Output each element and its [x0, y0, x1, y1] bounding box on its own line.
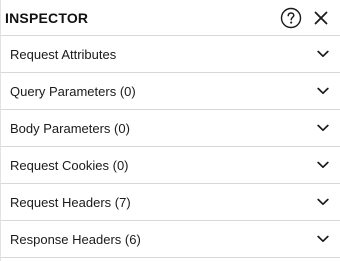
inspector-header: INSPECTOR	[1, 0, 340, 36]
section-label: Response Headers (6)	[10, 231, 141, 247]
help-button[interactable]	[278, 5, 304, 31]
section-request-attributes[interactable]: Request Attributes	[1, 36, 340, 73]
section-label: Request Headers (7)	[10, 194, 131, 210]
chevron-down-icon	[316, 84, 330, 98]
section-label: Request Cookies (0)	[10, 157, 129, 173]
section-query-parameters[interactable]: Query Parameters (0)	[1, 73, 340, 110]
section-label: Request Attributes	[10, 46, 117, 62]
chevron-down-icon	[316, 195, 330, 209]
chevron-down-icon	[316, 47, 330, 61]
close-icon	[314, 11, 328, 24]
chevron-down-icon	[316, 121, 330, 135]
chevron-down-icon	[316, 232, 330, 246]
close-button[interactable]	[308, 5, 334, 31]
inspector-panel: INSPECTOR Request Attributes Query Param…	[0, 0, 340, 261]
panel-title: INSPECTOR	[5, 9, 89, 26]
help-circle-icon	[280, 7, 302, 28]
section-body-parameters[interactable]: Body Parameters (0)	[1, 110, 340, 147]
section-label: Query Parameters (0)	[10, 83, 136, 99]
section-label: Body Parameters (0)	[10, 120, 130, 136]
section-request-cookies[interactable]: Request Cookies (0)	[1, 147, 340, 184]
section-request-headers[interactable]: Request Headers (7)	[1, 184, 340, 221]
section-response-headers[interactable]: Response Headers (6)	[1, 221, 340, 258]
chevron-down-icon	[316, 158, 330, 172]
